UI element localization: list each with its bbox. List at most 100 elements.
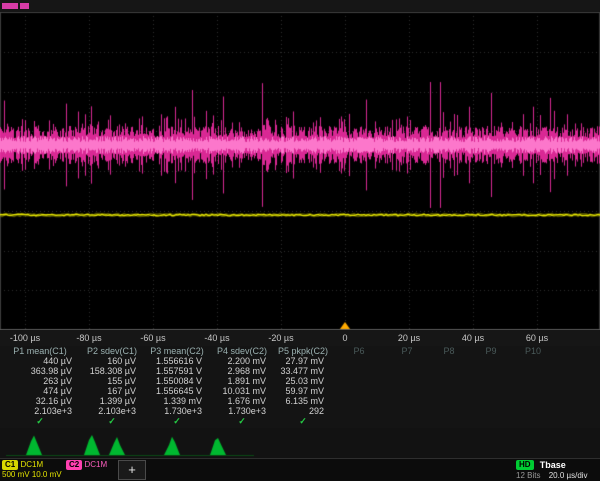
measure-status — [428, 416, 470, 426]
channel-c1-descriptor[interactable]: C1 DC1M 500 mV 10.0 mV — [2, 460, 62, 480]
measurement-table: P1 mean(C1)P2 sdev(C1)P3 mean(C2)P4 sdev… — [0, 346, 600, 428]
measure-value: 1.557591 V — [144, 366, 210, 376]
c2-badge: C2 — [66, 460, 82, 470]
measure-value — [332, 386, 386, 396]
c1-badge: C1 — [2, 460, 18, 470]
indicator-block — [2, 3, 18, 9]
measure-value — [386, 406, 428, 416]
measure-value — [332, 406, 386, 416]
plus-icon: + — [128, 462, 136, 477]
measure-value — [428, 356, 470, 366]
measure-value: 1.730e+3 — [210, 406, 274, 416]
c2-coupling: DC1M — [84, 460, 107, 469]
tbase-bits: 12 Bits — [516, 471, 540, 480]
measure-value-row: 32.16 µV1.399 µV1.339 mV1.676 mV6.135 mV — [0, 396, 600, 406]
measure-value: 263 µV — [0, 376, 80, 386]
measure-status — [332, 416, 386, 426]
measure-status: ✓ — [144, 416, 210, 426]
timebase-descriptor[interactable]: HD Tbase 12 Bits 20.0 µs/div — [516, 460, 600, 481]
measure-value: 474 µV — [0, 386, 80, 396]
measure-value — [512, 376, 554, 386]
measure-header[interactable]: P10 — [512, 346, 554, 356]
time-label: 20 µs — [398, 333, 420, 343]
top-strip — [0, 0, 600, 12]
measure-value: 25.03 mV — [274, 376, 332, 386]
measure-value: 1.891 mV — [210, 376, 274, 386]
measure-header[interactable]: P8 — [428, 346, 470, 356]
measure-value: 440 µV — [0, 356, 80, 366]
measure-value: 59.97 mV — [274, 386, 332, 396]
top-left-indicator — [2, 3, 29, 9]
tbase-tdiv: 20.0 µs/div — [549, 471, 588, 480]
measure-header[interactable]: P1 mean(C1) — [0, 346, 80, 356]
measure-status: ✓ — [0, 416, 80, 426]
measure-value — [512, 356, 554, 366]
measure-value — [386, 386, 428, 396]
measure-value: 167 µV — [80, 386, 144, 396]
measure-value — [470, 406, 512, 416]
measure-header-row: P1 mean(C1)P2 sdev(C1)P3 mean(C2)P4 sdev… — [0, 346, 600, 356]
time-label: 60 µs — [526, 333, 548, 343]
measure-header[interactable]: P3 mean(C2) — [144, 346, 210, 356]
measure-value: 1.556616 V — [144, 356, 210, 366]
measure-header[interactable]: P5 pkpk(C2) — [274, 346, 332, 356]
measure-value — [470, 386, 512, 396]
measure-value — [470, 396, 512, 406]
measure-header[interactable]: P7 — [386, 346, 428, 356]
measure-value — [332, 376, 386, 386]
time-label: -20 µs — [268, 333, 293, 343]
measure-status: ✓ — [274, 416, 332, 426]
channel-c2-descriptor[interactable]: C2 DC1M — [66, 460, 114, 470]
measure-value — [332, 396, 386, 406]
measure-header[interactable]: P4 sdev(C2) — [210, 346, 274, 356]
measure-value: 158.308 µV — [80, 366, 144, 376]
measure-value: 1.730e+3 — [144, 406, 210, 416]
measure-value — [428, 406, 470, 416]
time-label: 0 — [342, 333, 347, 343]
measure-value — [386, 376, 428, 386]
measure-header[interactable]: P6 — [332, 346, 386, 356]
time-label: 40 µs — [462, 333, 484, 343]
measure-status-row: ✓✓✓✓✓ — [0, 416, 600, 426]
measure-header[interactable]: P9 — [470, 346, 512, 356]
measure-value-row: 2.103e+32.103e+31.730e+31.730e+3292 — [0, 406, 600, 416]
measure-value — [512, 386, 554, 396]
measure-value — [428, 376, 470, 386]
measure-value-row: 440 µV160 µV1.556616 V2.200 mV27.97 mV — [0, 356, 600, 366]
measure-value — [428, 386, 470, 396]
measure-value: 33.477 mV — [274, 366, 332, 376]
measure-value — [386, 356, 428, 366]
measure-value: 2.968 mV — [210, 366, 274, 376]
measure-status — [386, 416, 428, 426]
add-button[interactable]: + — [118, 460, 146, 480]
measure-value — [470, 356, 512, 366]
measure-status — [470, 416, 512, 426]
measure-value: 155 µV — [80, 376, 144, 386]
measure-value: 292 — [274, 406, 332, 416]
measure-value — [428, 396, 470, 406]
c1-vdiv: 500 mV — [2, 470, 30, 479]
measure-value — [512, 406, 554, 416]
measure-value-row: 474 µV167 µV1.556645 V10.031 mV59.97 mV — [0, 386, 600, 396]
histicons-canvas — [4, 428, 264, 458]
measure-value — [470, 376, 512, 386]
measure-value — [512, 396, 554, 406]
measure-value — [470, 366, 512, 376]
measure-value: 160 µV — [80, 356, 144, 366]
time-label: -60 µs — [140, 333, 165, 343]
measure-value: 363.98 µV — [0, 366, 80, 376]
measure-value: 2.103e+3 — [80, 406, 144, 416]
bottom-bar: C1 DC1M 500 mV 10.0 mV C2 DC1M + HD Tbas… — [0, 458, 600, 481]
measure-value — [512, 366, 554, 376]
measure-value: 32.16 µV — [0, 396, 80, 406]
measure-status: ✓ — [210, 416, 274, 426]
measure-header[interactable]: P2 sdev(C1) — [80, 346, 144, 356]
time-axis: -100 µs-80 µs-60 µs-40 µs-20 µs020 µs40 … — [0, 330, 600, 346]
measure-value — [332, 356, 386, 366]
time-label: -80 µs — [76, 333, 101, 343]
measure-status: ✓ — [80, 416, 144, 426]
measure-value: 1.676 mV — [210, 396, 274, 406]
measure-status — [512, 416, 554, 426]
measure-value-row: 363.98 µV158.308 µV1.557591 V2.968 mV33.… — [0, 366, 600, 376]
measure-value: 27.97 mV — [274, 356, 332, 366]
